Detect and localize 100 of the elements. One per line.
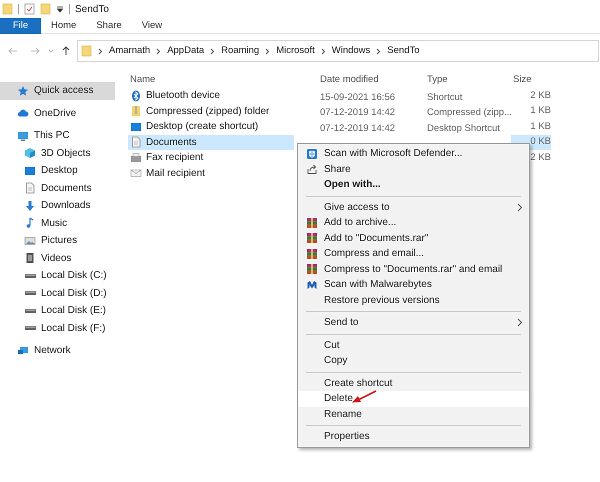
breadcrumb-item[interactable]: AppData [167,44,204,58]
type-cell-text: Compressed (zipp... [426,107,512,118]
music-note-icon [24,217,36,230]
sidebar-item[interactable]: Local Disk (E:) [0,302,115,320]
film-icon [24,252,36,264]
up-arrow-icon[interactable] [61,46,71,56]
sidebar-item[interactable]: Local Disk (C:) [0,267,115,284]
file-name: Bluetooth device [146,89,220,104]
menu-item[interactable]: Compress to "Documents.rar" and email [298,262,529,277]
desktop-icon [130,120,142,133]
sidebar-item[interactable]: Quick access [0,82,115,100]
date-cell-text: 07-12-2019 14:42 [319,122,396,134]
file-name: Fax recipient [146,151,204,166]
menu-label: Send to [324,316,358,330]
sidebar-label: Network [34,344,71,358]
cube-icon [24,147,36,160]
sidebar-item[interactable]: 3D Objects [0,144,115,162]
monitor-icon [17,130,29,142]
menu-item[interactable]: Compress and email... [298,246,529,262]
column-header[interactable]: Type [425,72,511,88]
menu-item[interactable]: Send to [298,315,529,330]
menu-item[interactable]: Add to "Documents.rar" [298,230,529,246]
file-name-cell[interactable]: Desktop (create shortcut) [128,119,294,134]
sidebar-item[interactable]: Desktop [0,162,115,180]
menu-label: Give access to [324,200,390,215]
ribbon-tab[interactable]: Home [41,18,86,34]
ribbon-tab[interactable]: View [132,18,172,34]
menu-item[interactable]: Rename [298,406,529,422]
menu-item[interactable]: Delete [298,391,529,406]
menu-item[interactable]: Copy [298,353,529,368]
download-arrow-icon [24,200,36,212]
menu-label: Cut [324,338,340,353]
column-header[interactable]: Name [128,72,318,88]
date-cell-text: 15-09-2021 16:56 [319,92,396,103]
menu-label: Add to archive... [324,216,396,230]
breadcrumb-item[interactable]: SendTo [387,44,420,58]
menu-item[interactable]: Give access to [298,200,529,215]
fax-icon [130,152,142,164]
file-name-cell[interactable]: Compressed (zipped) folder [128,104,294,119]
menu-item[interactable]: Create shortcut [298,376,529,391]
desktop-icon [24,164,36,177]
sidebar-item[interactable]: Videos [0,250,115,267]
menu-item[interactable]: Scan with Malwarebytes [298,277,529,292]
sidebar-item[interactable]: Downloads [0,197,115,214]
file-name-cell[interactable]: Bluetooth device [128,88,294,104]
address-bar[interactable]: Amarnath AppData Roaming Microsoft Windows SendTo [77,40,599,62]
sidebar-item[interactable]: Local Disk (D:) [0,284,115,302]
file-name: Mail recipient [146,166,205,181]
chevron-right-icon [320,48,326,54]
menu-item[interactable]: Properties [298,429,529,444]
drive-icon [24,291,36,296]
menu-item[interactable]: Open with... [298,177,529,192]
file-name-cell[interactable]: Mail recipient [128,166,294,181]
chevron-right-icon [376,48,382,54]
menu-label: Create shortcut [324,376,392,391]
menu-item[interactable]: Scan with Microsoft Defender... [298,146,529,162]
sidebar-item[interactable]: OneDrive [0,104,115,122]
annotation-arrow [351,390,377,403]
menu-label: Share [324,162,351,177]
breadcrumb-item[interactable]: Microsoft [276,44,315,58]
menu-label: Rename [324,408,362,422]
sidebar-label: Local Disk (F:) [41,322,106,336]
menu-label: Compress and email... [324,247,424,262]
ribbon-tab[interactable]: File [0,18,41,34]
menu-item[interactable]: Add to archive... [298,215,529,230]
sidebar-label: Local Disk (C:) [41,269,107,284]
menu-label: Compress to "Documents.rar" and email [324,262,502,277]
sidebar-label: Pictures [41,234,78,248]
folder-icon [40,3,51,15]
sidebar-item[interactable]: Local Disk (F:) [0,320,115,337]
sidebar-item[interactable]: Music [0,214,115,232]
menu-item[interactable]: Restore previous versions [298,292,529,308]
sidebar-item[interactable]: Network [0,342,115,360]
ribbon-tab[interactable]: Share [86,18,132,34]
menu-label: Open with... [324,178,381,192]
breadcrumb-item[interactable]: Roaming [221,44,260,58]
menu-label: Add to "Documents.rar" [324,232,428,246]
checkmark-document-icon[interactable] [24,3,35,15]
sidebar-item[interactable]: This PC [0,127,115,144]
sidebar-label: This PC [34,129,70,144]
sidebar-label: Documents [41,182,92,196]
sidebar-label: Local Disk (E:) [41,304,106,318]
file-name-cell[interactable]: Fax recipient [128,150,294,166]
menu-label: Copy [324,354,348,368]
sidebar-item[interactable]: Pictures [0,232,115,250]
menu-item[interactable]: Cut [298,338,529,353]
sidebar-item[interactable]: Documents [0,180,115,197]
breadcrumb-item[interactable]: Windows [332,44,370,58]
column-header[interactable]: Size [511,72,551,88]
chevron-right-icon [265,48,270,54]
column-header[interactable]: Date modified [318,72,425,88]
folder-icon [81,45,92,57]
file-name-cell[interactable]: Documents [128,134,294,150]
chevron-right-icon [156,48,162,54]
dropdown-caret-icon[interactable] [56,5,64,13]
menu-item[interactable]: Share [298,162,529,177]
menu-label: Delete [324,392,353,406]
bluetooth-icon [130,90,142,102]
archive-books-icon [306,248,318,260]
breadcrumb-item[interactable]: Amarnath [109,44,150,58]
